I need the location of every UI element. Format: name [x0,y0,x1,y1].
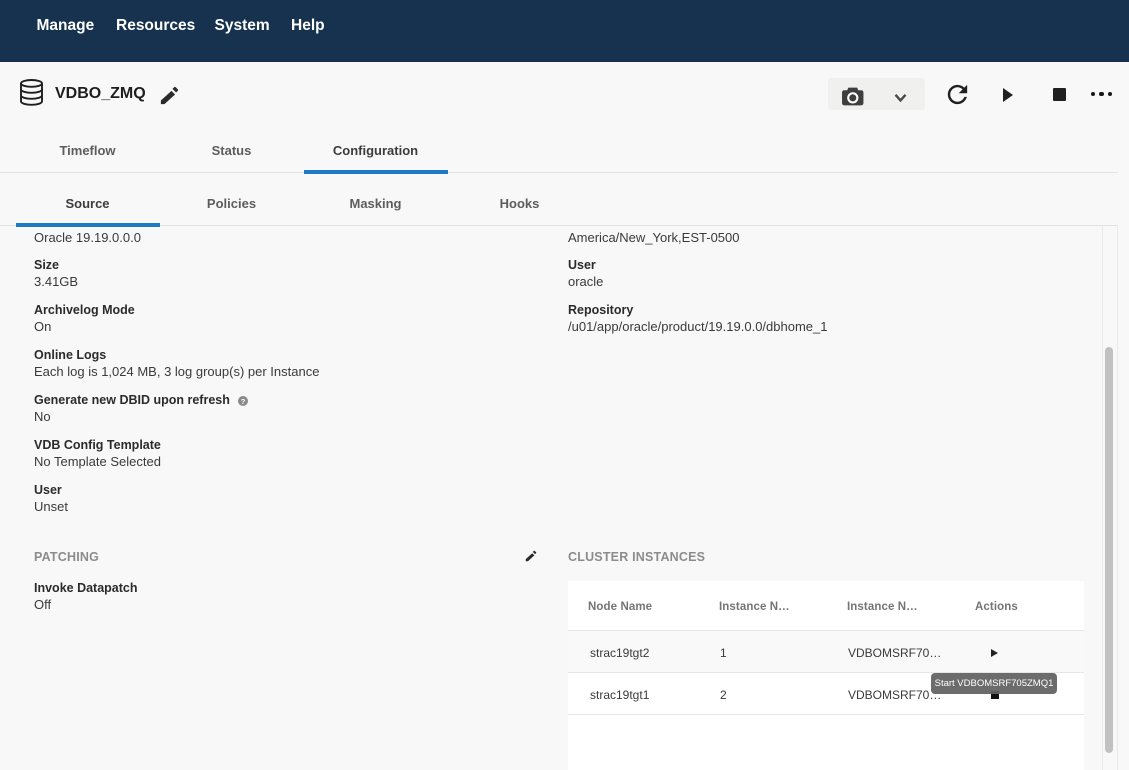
svg-text:?: ? [241,397,246,406]
